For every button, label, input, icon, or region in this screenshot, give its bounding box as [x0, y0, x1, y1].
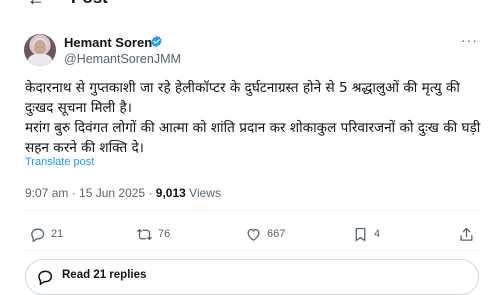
divider — [25, 210, 479, 211]
repost-count: 76 — [158, 228, 171, 240]
reply-count: 21 — [51, 228, 64, 240]
like-button[interactable]: 667 — [245, 222, 285, 246]
tweet-date[interactable]: 15 Jun 2025 — [79, 186, 145, 200]
read-replies-label: Read 21 replies — [62, 269, 147, 281]
reply-bubble-icon — [38, 270, 53, 286]
views-count: 9,013 — [155, 186, 186, 200]
repost-button[interactable]: 76 — [136, 222, 170, 246]
repost-icon — [137, 228, 152, 240]
verified-badge-icon — [151, 35, 162, 48]
back-arrow-icon[interactable]: ← — [27, 0, 45, 8]
action-bar: 21 76 667 4 — [0, 222, 491, 246]
meta-separator: · — [148, 186, 156, 200]
tweet-meta: 9:07 am · 15 Jun 2025 · 9,013 Views — [25, 186, 221, 200]
views-label: Views — [189, 186, 221, 200]
author-handle[interactable]: @HemantSorenJMM — [64, 52, 181, 66]
author-name[interactable]: Hemant Soren — [64, 35, 152, 50]
more-options-icon[interactable]: ··· — [461, 32, 478, 48]
avatar-face — [34, 40, 46, 54]
avatar[interactable] — [24, 34, 56, 66]
reply-button[interactable]: 21 — [29, 222, 63, 246]
author-row: Hemant Soren @HemantSorenJMM ··· — [0, 30, 491, 72]
share-icon — [460, 227, 473, 241]
bookmark-icon — [355, 227, 366, 241]
bookmark-count: 4 — [374, 228, 381, 240]
tweet-time[interactable]: 9:07 am — [25, 186, 68, 200]
divider — [25, 250, 479, 251]
page-title: Post — [71, 0, 108, 8]
bookmark-button[interactable]: 4 — [352, 222, 380, 246]
avatar-body — [28, 54, 52, 66]
tweet-text: केदारनाथ से गुप्तकाशी जा रहे हेलीकॉप्टर … — [25, 80, 481, 156]
top-bar: ← Post — [0, 0, 491, 12]
meta-separator: · — [71, 186, 80, 200]
reply-icon — [31, 228, 45, 242]
like-count: 667 — [267, 228, 286, 240]
translate-link[interactable]: Translate post — [25, 156, 94, 168]
share-button[interactable] — [458, 222, 475, 246]
heart-icon — [247, 228, 260, 241]
